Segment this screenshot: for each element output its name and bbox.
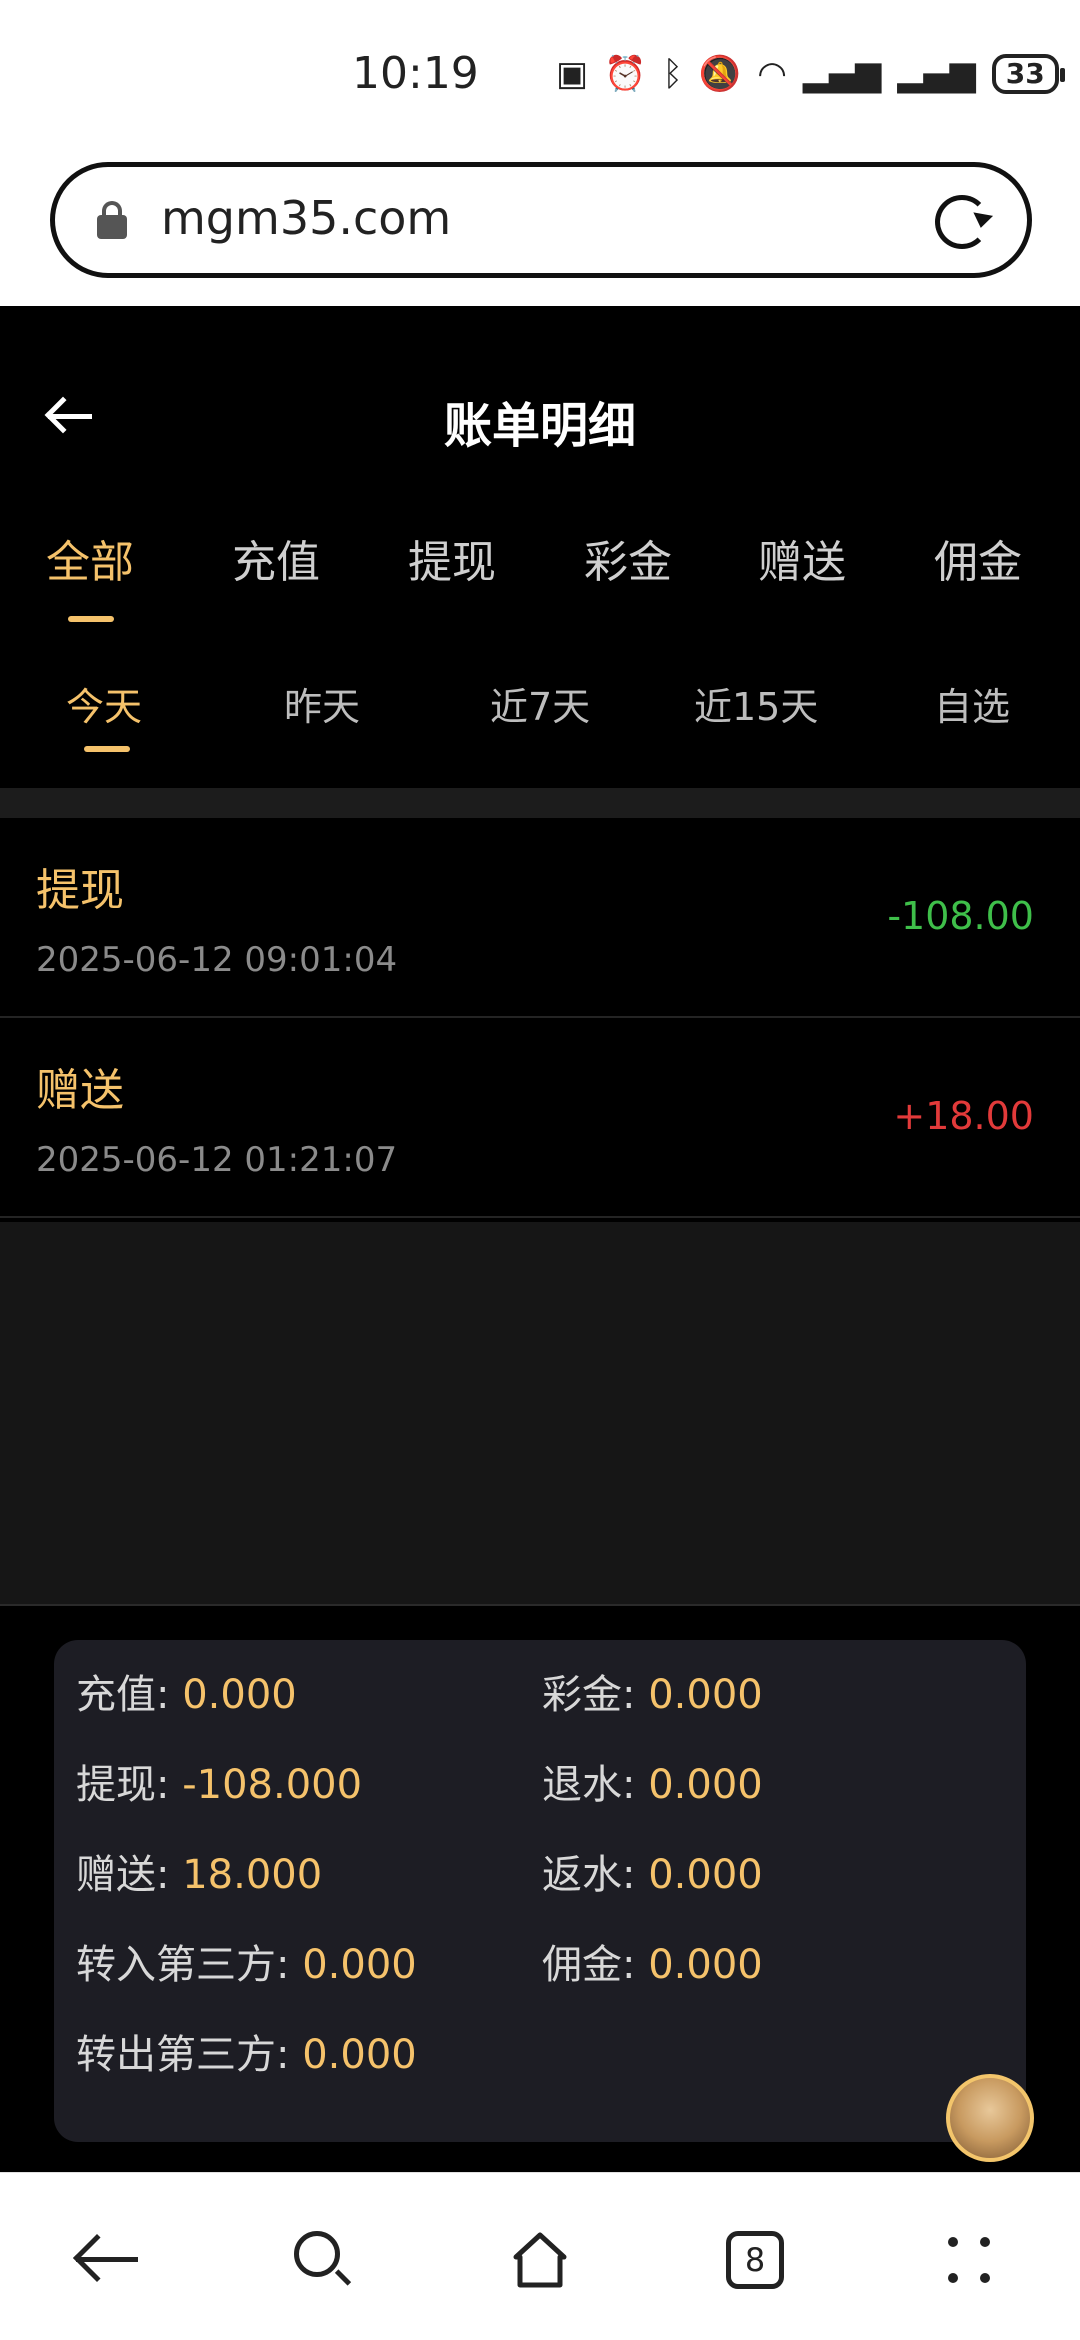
record-type: 赠送 — [36, 1065, 124, 1116]
record-datetime: 2025-06-12 09:01:04 — [36, 940, 398, 980]
tab-bonus[interactable]: 彩金 — [584, 526, 672, 590]
record-amount: +18.00 — [893, 1094, 1034, 1138]
records-list: 提现 2025-06-12 09:01:04 -108.00 赠送 2025-0… — [0, 818, 1080, 1218]
nav-search-icon[interactable] — [282, 2219, 362, 2299]
support-avatar[interactable] — [946, 2074, 1034, 2162]
range-yesterday[interactable]: 昨天 — [284, 676, 360, 731]
summary-transfer-in: 转入第三方: 0.000 — [76, 1942, 417, 1988]
url-text[interactable]: mgm35.com — [161, 191, 451, 245]
nav-menu-icon[interactable] — [930, 2219, 1010, 2299]
nfc-icon: ▣ — [556, 54, 589, 94]
tab-commission[interactable]: 佣金 — [934, 526, 1022, 590]
list-item[interactable]: 赠送 2025-06-12 01:21:07 +18.00 — [0, 1018, 1080, 1218]
summary-withdraw: 提现: -108.000 — [76, 1762, 363, 1808]
mute-icon: 🔕 — [698, 54, 742, 94]
lock-icon — [97, 201, 127, 239]
range-today[interactable]: 今天 — [66, 676, 142, 731]
nav-tabs-icon[interactable]: 8 — [714, 2219, 794, 2299]
browser-toolbar: mgm35.com — [0, 150, 1080, 306]
record-amount: -108.00 — [887, 894, 1034, 938]
summary-rebate: 返水: 0.000 — [542, 1852, 763, 1898]
tab-all[interactable]: 全部 — [46, 526, 134, 590]
active-range-indicator — [84, 746, 130, 752]
alarm-icon: ⏰ — [604, 54, 647, 94]
status-icons: ▣ ⏰ ᛒ 🔕 ◠ ▂▄▆ ▂▄▆ 33 — [556, 54, 1065, 94]
summary-bonus: 彩金: 0.000 — [542, 1672, 763, 1718]
nav-back-icon[interactable] — [70, 2219, 150, 2299]
range-custom[interactable]: 自选 — [934, 676, 1010, 731]
empty-list-area — [0, 1222, 1080, 1606]
tab-count: 8 — [726, 2231, 784, 2289]
page-title: 账单明细 — [443, 398, 636, 454]
signal-icon: ▂▄▆ — [802, 54, 882, 94]
battery-icon: 33 — [991, 54, 1065, 94]
tab-recharge[interactable]: 充值 — [232, 526, 320, 590]
nav-home-icon[interactable] — [500, 2219, 580, 2299]
summary-refund: 退水: 0.000 — [542, 1762, 763, 1808]
signal-5g-icon: ▂▄▆ — [897, 54, 976, 94]
category-tabs: 全部 充值 提现 彩金 赠送 佣金 — [0, 526, 1080, 626]
record-type: 提现 — [36, 865, 124, 916]
range-15days[interactable]: 近15天 — [694, 676, 818, 731]
divider — [0, 788, 1080, 818]
active-tab-indicator — [68, 616, 114, 622]
wifi-icon: ◠ — [757, 54, 787, 94]
list-item[interactable]: 提现 2025-06-12 09:01:04 -108.00 — [0, 818, 1080, 1018]
status-time: 10:19 — [352, 48, 479, 99]
summary-commission: 佣金: 0.000 — [542, 1942, 763, 1988]
bluetooth-icon: ᛒ — [662, 54, 683, 94]
summary-transfer-out: 转出第三方: 0.000 — [76, 2032, 417, 2078]
record-datetime: 2025-06-12 01:21:07 — [36, 1140, 398, 1180]
tab-withdraw[interactable]: 提现 — [408, 526, 496, 590]
address-bar[interactable]: mgm35.com — [50, 162, 1032, 278]
date-range-tabs: 今天 昨天 近7天 近15天 自选 — [0, 676, 1080, 776]
tab-gift[interactable]: 赠送 — [758, 526, 846, 590]
reload-icon[interactable] — [935, 195, 989, 249]
summary-gift: 赠送: 18.000 — [76, 1852, 323, 1898]
status-bar: 10:19 ▣ ⏰ ᛒ 🔕 ◠ ▂▄▆ ▂▄▆ 33 — [0, 0, 1080, 150]
range-7days[interactable]: 近7天 — [490, 676, 590, 731]
browser-bottom-nav: 8 — [0, 2172, 1080, 2340]
summary-recharge: 充值: 0.000 — [76, 1672, 297, 1718]
summary-panel: 充值: 0.000 彩金: 0.000 提现: -108.000 退水: 0.0… — [54, 1640, 1034, 2162]
app-content: 账单明细 全部 充值 提现 彩金 赠送 佣金 今天 昨天 近7天 近15天 自选… — [0, 306, 1080, 2172]
